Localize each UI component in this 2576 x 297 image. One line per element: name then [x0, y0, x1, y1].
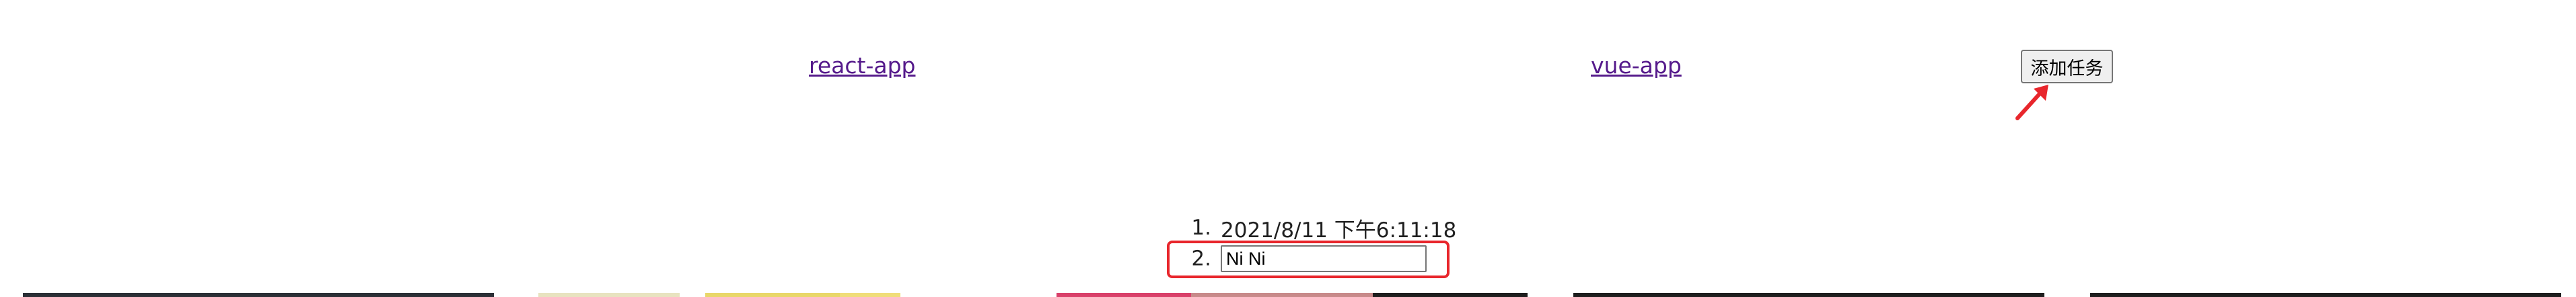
page: react-app vue-app 添加任务 1. 2021/8/11 下午6:…: [0, 0, 2576, 297]
content-strip: [840, 293, 900, 297]
content-strip: [23, 293, 494, 297]
content-strip: [1573, 293, 2044, 297]
task-list-item: 1. 2021/8/11 下午6:11:18: [1171, 212, 1456, 243]
highlight-annotation-box: [1167, 241, 1450, 278]
content-strip: [705, 293, 840, 297]
react-app-link[interactable]: react-app: [809, 52, 915, 79]
task-timestamp: 2021/8/11 下午6:11:18: [1221, 218, 1457, 243]
task-index: 1.: [1191, 216, 1211, 240]
red-arrow-icon: [2015, 85, 2048, 120]
content-strip: [2090, 293, 2561, 297]
content-strip: [1057, 293, 1191, 297]
content-strip: [1191, 293, 1373, 297]
vue-app-link[interactable]: vue-app: [1591, 52, 1682, 79]
add-task-button[interactable]: 添加任务: [2021, 50, 2113, 83]
content-strip: [1373, 293, 1528, 297]
content-strip: [538, 293, 680, 297]
